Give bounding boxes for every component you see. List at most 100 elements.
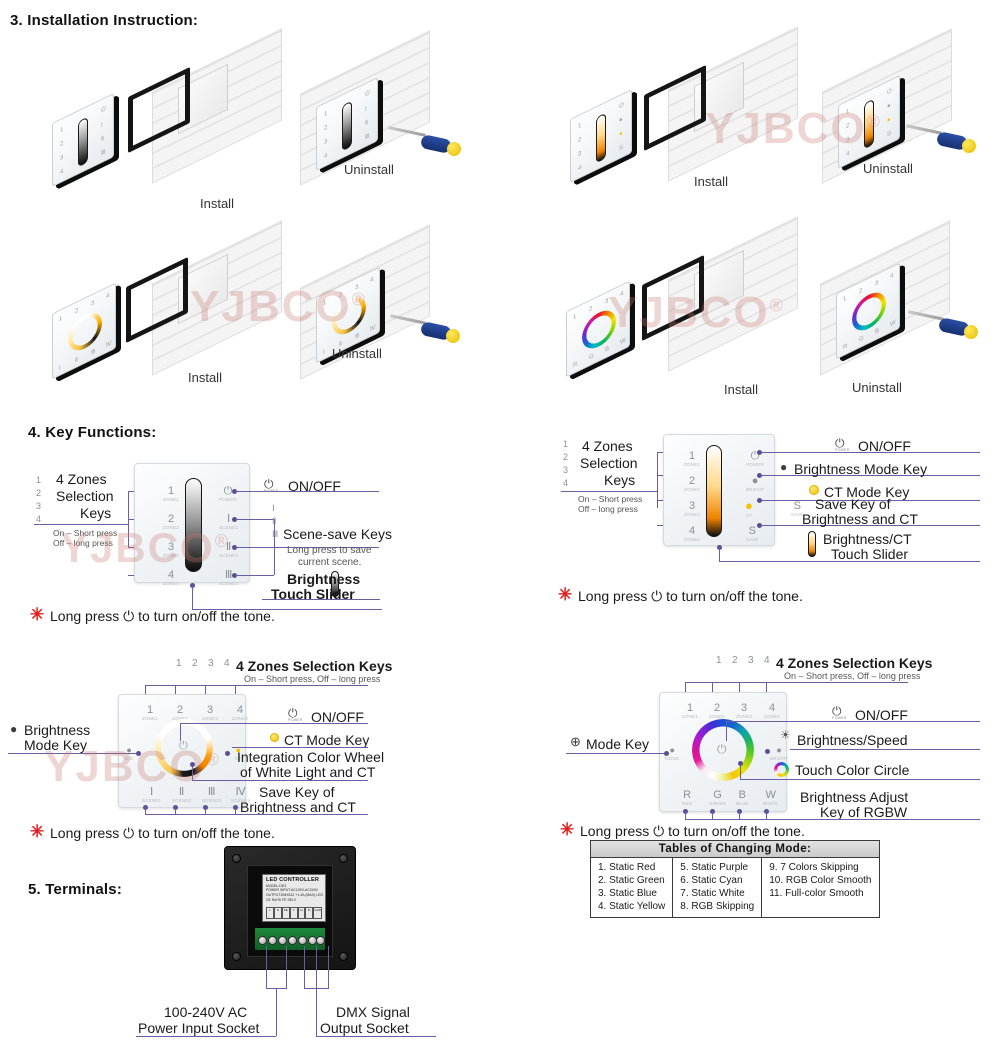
- zone-strip-1: 1: [563, 439, 569, 449]
- label-title: LED CONTROLLER: [266, 877, 319, 883]
- label-zones-line3: Keys: [604, 472, 636, 488]
- label-save-l1: Save Key of: [815, 496, 891, 512]
- key-zone-2[interactable]: 2ZONE2: [684, 476, 700, 493]
- label-power-input: POWER INPUT:AC100V-AC240V: [266, 888, 318, 893]
- caption-uninstall: Uninstall: [332, 346, 382, 361]
- note-press-on: On – Short press: [53, 528, 118, 538]
- table-column-2: 5. Static Purple 6. Static Cyan 7. Stati…: [672, 858, 761, 917]
- underline-onoff: [790, 721, 980, 722]
- caption-install: Install: [724, 382, 758, 397]
- label-zones-line2: Selection: [56, 488, 114, 504]
- brightness-touch-slider[interactable]: [185, 478, 202, 572]
- label-cert-ce: CE: [266, 897, 271, 902]
- leader-line: [740, 779, 770, 780]
- label-brightness-l2: Mode Key: [24, 737, 88, 753]
- label-slider-l1: Brightness: [287, 571, 361, 587]
- key-ct-mode[interactable]: ● CT: [745, 499, 753, 519]
- underline-onoff: [232, 723, 368, 724]
- scene-strip-3: Ⅲ: [272, 529, 279, 539]
- label-onoff: ON/OFF: [288, 478, 341, 494]
- caption-uninstall: Uninstall: [344, 162, 394, 177]
- key-zone-4[interactable]: 4 ZONE4: [764, 703, 780, 720]
- key-red[interactable]: R RED: [682, 790, 692, 807]
- asterisk-icon: ✳: [30, 605, 45, 624]
- leader-dot: [136, 751, 141, 756]
- note-press-on: On – Short press: [578, 494, 643, 504]
- corner-screw: [232, 854, 241, 863]
- zone-strip-1: 1: [176, 658, 182, 669]
- ct-dot-icon: [809, 485, 819, 495]
- label-dmx-l2: Output Socket: [320, 1020, 409, 1036]
- key-zone-1[interactable]: 1 ZONE1: [684, 451, 700, 468]
- underline-power: [136, 1036, 276, 1037]
- leader-line: [192, 585, 193, 609]
- zone-strip-1: 1: [716, 655, 722, 666]
- wire-power-stem: [276, 988, 277, 1036]
- key-zone-3[interactable]: 3 ZONE3: [202, 705, 218, 722]
- key-save[interactable]: S SAVE: [746, 526, 758, 543]
- key-brightness-mode[interactable]: ● BRIGHT: [746, 476, 764, 493]
- key-blue[interactable]: B BLUE: [736, 790, 749, 807]
- leader-line: [205, 807, 206, 814]
- key-save-2[interactable]: Ⅱ SCENE2: [172, 787, 191, 804]
- terminal-screw[interactable]: [258, 936, 267, 945]
- zone-strip-2: 2: [36, 488, 42, 498]
- label-rgbw-l2: Key of RGBW: [820, 804, 908, 820]
- key-zone-2[interactable]: 2ZONE2: [163, 514, 179, 531]
- terminal-screw[interactable]: [288, 936, 297, 945]
- bulb-icon: ●: [10, 722, 18, 736]
- key-zone-1[interactable]: 1 ZONE1: [163, 486, 179, 503]
- mode-item: 7. Static White: [680, 888, 745, 899]
- slider-graphic: [864, 98, 874, 150]
- key-brightness-speed[interactable]: ● BRIGHT: [770, 745, 788, 762]
- key-save-3[interactable]: Ⅲ SCENE3: [202, 787, 221, 804]
- terminal-cell: A+: [297, 907, 306, 919]
- key-zone-4[interactable]: 4 ZONE4: [163, 570, 179, 587]
- label-slider-l2: Touch Slider: [831, 546, 909, 562]
- label-brightness-mode: Brightness Mode Key: [794, 461, 928, 477]
- key-zone-1[interactable]: 1 ZONE1: [682, 703, 698, 720]
- label-onoff: ON/OFF: [858, 438, 911, 454]
- panel-face-ct-wheel: 1 2 3 4 Ⅰ Ⅱ Ⅲ Ⅳ: [52, 282, 116, 380]
- section-heading-terminals: 5. Terminals:: [28, 881, 123, 898]
- key-save-1[interactable]: Ⅰ SCENE1: [142, 787, 161, 804]
- label-zones-line2: Selection: [580, 455, 638, 471]
- caption-install: Install: [200, 196, 234, 211]
- underline-zones: [561, 491, 657, 492]
- device-face-dimmer: 1 ZONE1 2 ZONE2 3 ZONE3 4 ZONE4 ⏻ POWER Ⅰ SCEN…: [134, 463, 250, 586]
- key-zone-3[interactable]: 3 ZONE3: [163, 542, 179, 559]
- power-icon-center[interactable]: ⏻: [179, 741, 188, 752]
- terminal-screw[interactable]: [316, 936, 325, 945]
- terminal-screw[interactable]: [278, 936, 287, 945]
- underline-wheel: [232, 780, 368, 781]
- leader-line: [766, 811, 767, 819]
- zone-strip-4: 4: [764, 655, 770, 666]
- label-zones-title: 4 Zones Selection Keys: [776, 655, 933, 671]
- power-icon-center[interactable]: ⏻: [717, 743, 727, 755]
- key-green[interactable]: G GREEN: [709, 790, 726, 807]
- label-touch-color-circle: Touch Color Circle: [795, 762, 910, 778]
- label-brightness-l1: Brightness: [24, 722, 91, 738]
- key-zone-4[interactable]: 4 ZONE4: [232, 705, 248, 722]
- underline-dmx: [316, 1036, 436, 1037]
- zone-strip-3: 3: [563, 465, 569, 475]
- key-zone-3[interactable]: 3 ZONE3: [684, 501, 700, 518]
- leader-line: [192, 780, 232, 781]
- leader-line: [145, 807, 146, 814]
- key-zone-1[interactable]: 1 ZONE1: [142, 705, 158, 722]
- underline-rgbw: [770, 819, 980, 820]
- section-heading-installation: 3. Installation Instruction:: [10, 12, 199, 29]
- brightness-ct-touch-slider[interactable]: [706, 445, 722, 537]
- underline-save: [232, 814, 368, 815]
- leader-dot: [225, 751, 230, 756]
- asterisk-icon: ✳: [30, 822, 45, 841]
- key-zone-3[interactable]: 3 ZONE3: [736, 703, 752, 720]
- key-white[interactable]: W WHITE: [763, 790, 779, 807]
- key-zone-4[interactable]: 4 ZONE4: [684, 526, 700, 543]
- underline-ct-mode: [232, 747, 368, 748]
- key-zone-2[interactable]: 2ZONE2: [709, 703, 725, 720]
- leader-line: [712, 811, 713, 819]
- terminal-screw[interactable]: [268, 936, 277, 945]
- terminal-screw[interactable]: [298, 936, 307, 945]
- table-title: Tables of Changing Mode:: [591, 841, 879, 858]
